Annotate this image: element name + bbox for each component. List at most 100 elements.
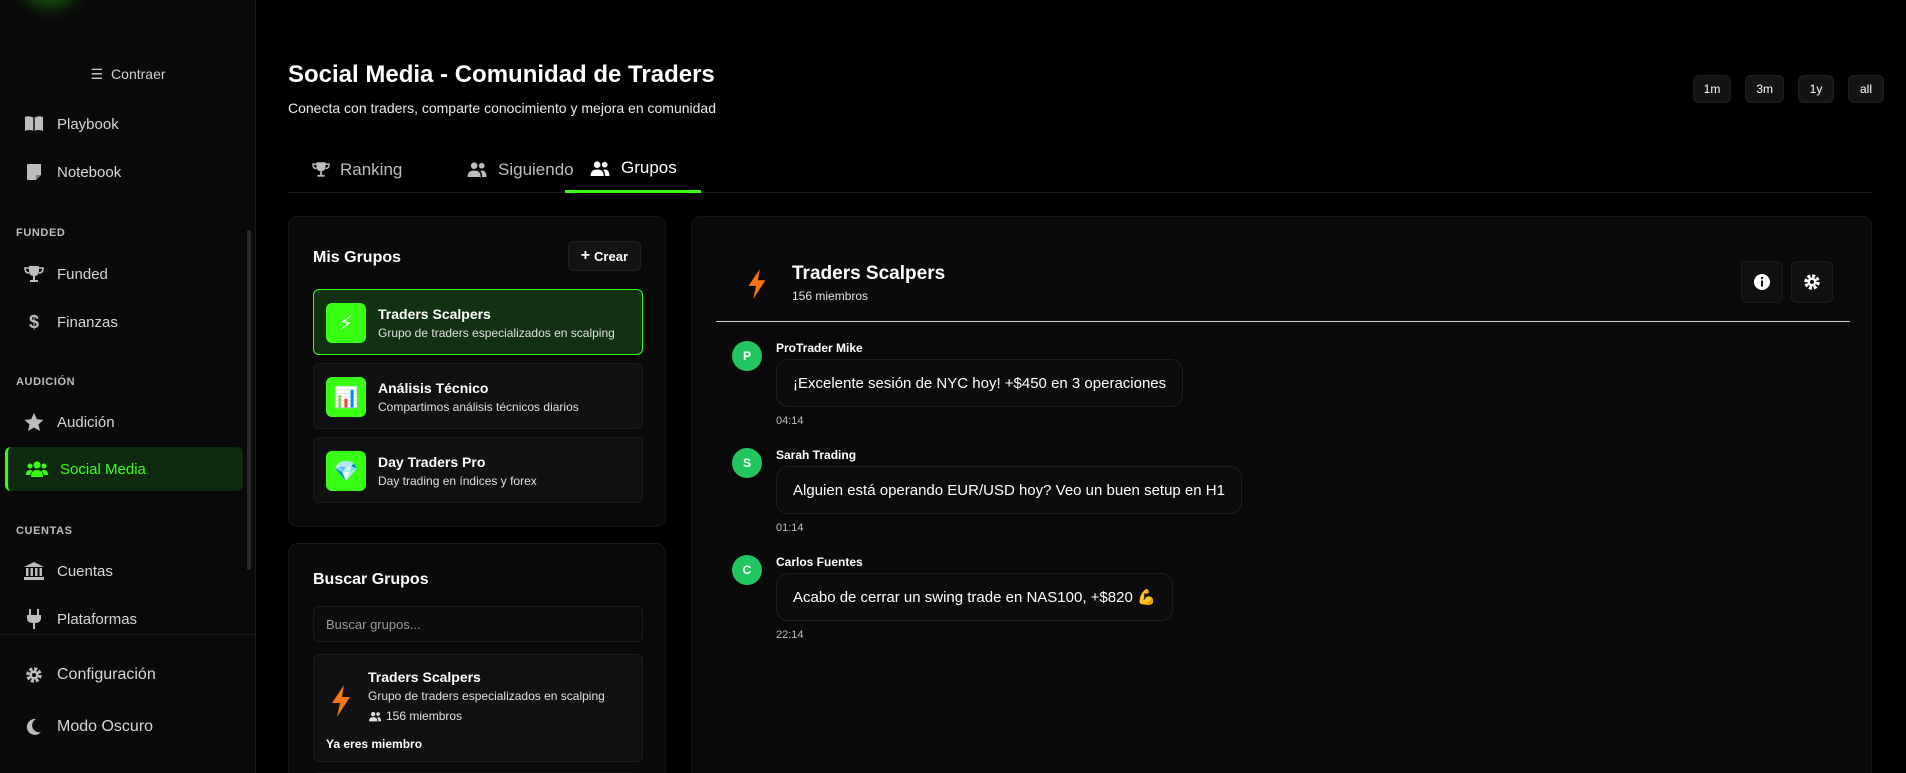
message-bubble: Alguien está operando EUR/USD hoy? Veo u… [776,466,1242,514]
users-icon [466,161,488,178]
avatar[interactable]: P [732,341,762,371]
group-description: Grupo de traders especializados en scalp… [378,326,615,340]
result-group-name: Traders Scalpers [368,669,481,685]
group-info-button[interactable] [1741,261,1783,303]
bank-icon [23,560,45,582]
note-icon [23,161,45,183]
app-root: ☰ Contraer Playbook Notebook FUNDED Funde… [0,0,1906,773]
sidebar-item-social-media[interactable]: Social Media [5,447,243,491]
gear-icon [1804,274,1820,290]
sidebar-scrollbar[interactable] [247,230,251,570]
moon-icon [23,718,45,736]
sidebar: ☰ Contraer Playbook Notebook FUNDED Funde… [0,0,256,773]
sidebar-item-label: Audición [57,413,115,431]
sidebar-item-audicion[interactable]: Audición [5,400,243,444]
settings-button[interactable]: Configuración [5,655,243,695]
search-result-card[interactable]: Traders Scalpers Grupo de traders especi… [313,654,643,762]
sidebar-item-label: Plataformas [57,610,138,628]
time-range-selector: 1m 3m 1y all [1692,75,1884,103]
sidebar-divider [0,634,256,635]
message-bubble: ¡Excelente sesión de NYC hoy! +$450 en 3… [776,359,1184,407]
result-members-count: 156 miembros [386,709,463,723]
plug-icon [23,608,45,630]
message-time: 04:14 [776,415,804,427]
info-icon [1754,274,1770,290]
group-card-day-traders-pro[interactable]: 💎 Day Traders Pro Day trading en índices… [313,437,643,503]
group-name: Day Traders Pro [378,454,486,470]
range-button-1m[interactable]: 1m [1692,75,1732,103]
sidebar-item-label: Funded [57,265,108,283]
group-card-traders-scalpers[interactable]: ⚡ Traders Scalpers Grupo de traders espe… [313,289,643,355]
result-group-description: Grupo de traders especializados en scalp… [368,689,605,703]
gear-icon [23,666,45,684]
range-button-1y[interactable]: 1y [1798,75,1834,103]
sidebar-item-label: Social Media [60,460,146,478]
group-settings-button[interactable] [1791,261,1833,303]
search-groups-title: Buscar Grupos [313,571,429,588]
book-icon [23,113,45,135]
collapse-button[interactable]: ☰ Contraer [0,66,256,83]
range-button-all[interactable]: all [1848,75,1884,103]
tab-bar: Ranking Siguiendo Grupos [288,146,1872,193]
plus-icon: + [580,247,591,264]
group-name: Análisis Técnico [378,380,489,396]
lightning-icon [332,685,350,717]
section-funded: FUNDED [16,227,66,239]
sidebar-item-notebook[interactable]: Notebook [5,150,243,194]
star-icon [23,411,45,433]
search-groups-input[interactable] [313,606,643,642]
lightning-icon: ⚡ [326,303,366,343]
sidebar-item-playbook[interactable]: Playbook [5,102,243,146]
sidebar-item-label: Finanzas [57,313,118,331]
chat-members-count: 156 miembros [792,289,869,303]
page-subtitle: Conecta con traders, comparte conocimien… [288,100,716,116]
group-description: Day trading en índices y forex [378,474,537,488]
tab-grupos[interactable]: Grupos [565,146,701,193]
message-author[interactable]: Carlos Fuentes [776,555,863,569]
tab-label: Siguiendo [498,159,574,179]
users-icon [368,711,382,721]
chat-header-divider [716,321,1850,322]
section-audicion: AUDICIÓN [16,376,76,388]
group-description: Compartimos análisis técnicos diarios [378,400,579,414]
result-members: 156 miembros [368,709,462,723]
sidebar-item-label: Cuentas [57,562,113,580]
trophy-icon [23,263,45,285]
trophy-icon [312,161,330,178]
dark-mode-toggle[interactable]: Modo Oscuro [5,707,243,747]
section-cuentas: CUENTAS [16,525,73,537]
message-time: 01:14 [776,522,804,534]
avatar[interactable]: C [732,555,762,585]
search-groups-panel: Buscar Grupos Traders Scalpers Grupo de … [288,543,666,773]
tab-label: Ranking [340,159,403,179]
sidebar-item-finanzas[interactable]: $ Finanzas [5,300,243,344]
collapse-label: Contraer [111,66,166,82]
message-author[interactable]: Sarah Trading [776,448,856,462]
diamond-icon: 💎 [326,451,366,491]
avatar[interactable]: S [732,448,762,478]
sidebar-item-cuentas[interactable]: Cuentas [5,549,243,593]
range-button-3m[interactable]: 3m [1745,75,1784,103]
chat-group-name: Traders Scalpers [792,263,946,284]
settings-label: Configuración [57,666,156,683]
my-groups-title: Mis Grupos [313,249,402,266]
dark-mode-label: Modo Oscuro [57,718,154,735]
create-group-button[interactable]: + Crear [567,241,641,271]
sidebar-item-label: Notebook [57,163,122,181]
tab-ranking[interactable]: Ranking [288,146,426,193]
users-icon [26,458,48,480]
page-title: Social Media - Comunidad de Traders [288,61,715,88]
message-author[interactable]: ProTrader Mike [776,341,863,355]
lightning-icon [748,269,766,299]
create-label: Crear [594,248,628,264]
sidebar-item-funded[interactable]: Funded [5,252,243,296]
message-time: 22:14 [776,629,804,641]
message-bubble: Acabo de cerrar un swing trade en NAS100… [776,573,1173,621]
chart-icon: 📊 [326,377,366,417]
sidebar-item-label: Playbook [57,115,119,133]
menu-icon: ☰ [90,66,104,82]
tab-label: Grupos [621,158,677,177]
membership-status: Ya eres miembro [326,737,423,751]
my-groups-panel: Mis Grupos + Crear ⚡ Traders Scalpers Gr… [288,216,666,527]
group-card-analisis-tecnico[interactable]: 📊 Análisis Técnico Compartimos análisis … [313,363,643,429]
